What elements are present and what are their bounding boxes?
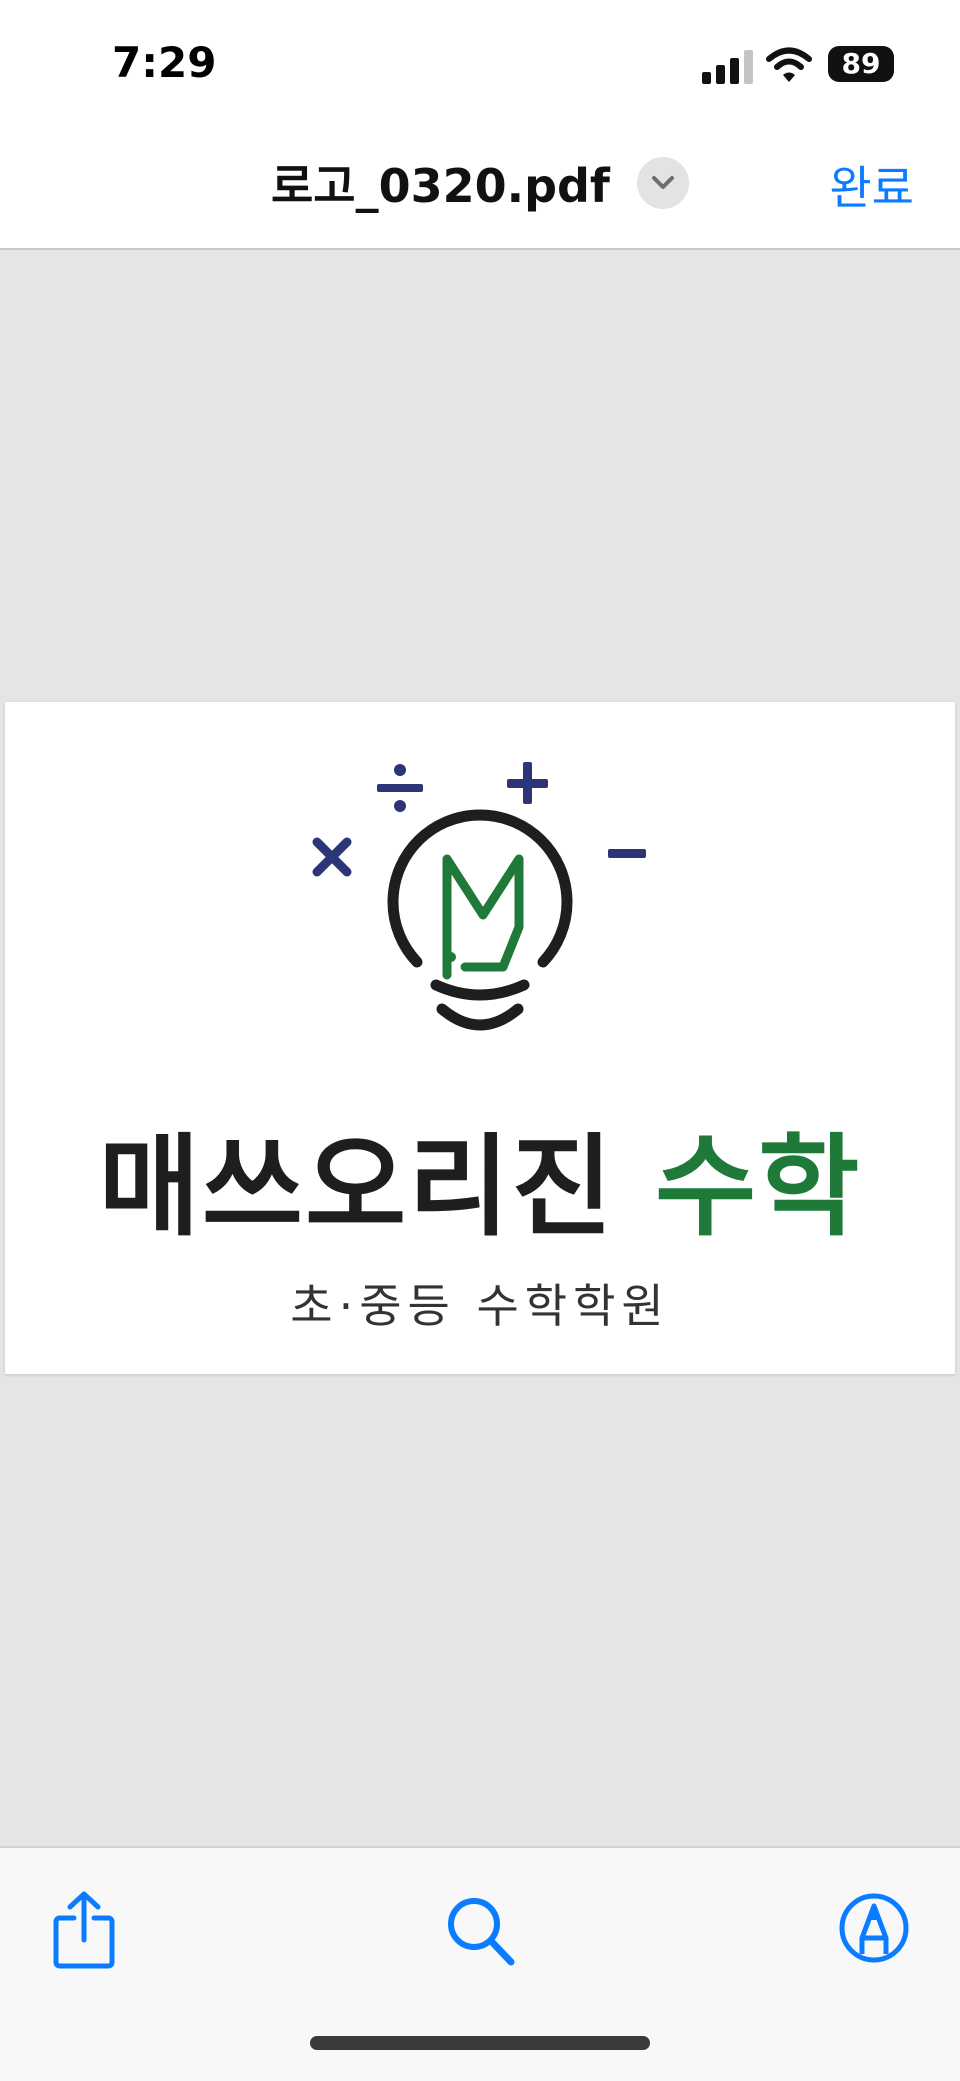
logo-lightbulb-icon bbox=[312, 762, 646, 1031]
chevron-down-icon bbox=[652, 176, 675, 189]
status-bar: 7:29 89 bbox=[0, 0, 960, 120]
home-indicator[interactable] bbox=[310, 2036, 650, 2050]
pdf-page: 매쓰오리진 수학 초·중등 수학학원 bbox=[5, 702, 955, 1374]
search-icon[interactable] bbox=[446, 1896, 516, 1968]
wordmark-main: 매쓰오리진 bbox=[98, 1123, 615, 1251]
logo-tagline: 초·중등 수학학원 bbox=[290, 1279, 670, 1333]
signal-icon bbox=[702, 50, 753, 84]
logo-wordmark: 매쓰오리진 수학 bbox=[5, 1122, 955, 1252]
title-menu[interactable]: 로고_0320.pdf bbox=[0, 150, 960, 216]
file-title[interactable]: 로고_0320.pdf bbox=[271, 150, 610, 216]
battery-level: 89 bbox=[841, 47, 881, 80]
title-menu-button[interactable] bbox=[637, 157, 690, 209]
minus-symbol bbox=[608, 849, 646, 858]
status-time: 7:29 bbox=[112, 38, 217, 87]
battery-indicator: 89 bbox=[828, 46, 894, 82]
plus-symbol bbox=[507, 762, 548, 804]
nav-bar: 로고_0320.pdf 완료 bbox=[0, 120, 960, 250]
share-icon[interactable] bbox=[52, 1890, 116, 1970]
wifi-icon bbox=[766, 47, 812, 82]
divide-symbol bbox=[377, 764, 423, 812]
done-button[interactable]: 완료 bbox=[829, 152, 914, 218]
markup-icon[interactable] bbox=[838, 1892, 910, 1964]
times-symbol bbox=[312, 837, 352, 877]
wordmark-accent: 수학 bbox=[654, 1123, 862, 1251]
